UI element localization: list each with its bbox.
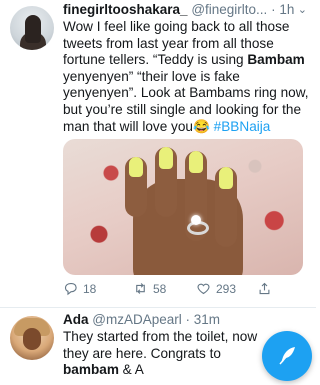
avatar[interactable] (10, 316, 54, 360)
photo-nail (159, 147, 173, 169)
author-handle[interactable]: @finegirlto... (191, 2, 267, 17)
heart-icon (197, 283, 210, 295)
retweet-count: 58 (153, 281, 167, 296)
tweet-text-part: yenyenyen” “their love is fake yenyenyen… (63, 68, 309, 134)
photo-ring-gem (191, 215, 201, 225)
share-button[interactable] (257, 281, 272, 296)
tweet-header: finegirltooshakara_ @finegirlto... · 1h … (63, 2, 313, 20)
laughing-emoji: 😂 (192, 118, 210, 134)
tweet-text: Wow I feel like going back to all those … (63, 19, 309, 135)
highlight-keyword: Bambam (247, 52, 305, 68)
hashtag-link[interactable]: #BBNaija (210, 119, 271, 134)
photo-nail (219, 167, 233, 189)
reply-button[interactable]: 18 (63, 281, 96, 296)
tweet-photo[interactable] (63, 139, 303, 275)
author-name[interactable]: Ada (63, 312, 89, 327)
chevron-down-icon[interactable]: ⌄ (298, 3, 307, 16)
like-count: 293 (216, 281, 237, 296)
tweet-text: They started from the toilet, now they a… (63, 329, 263, 379)
retweet-button[interactable]: 58 (133, 281, 166, 296)
reply-count: 18 (83, 281, 97, 296)
tweet-text-part: They started from the toilet, now they a… (63, 329, 258, 361)
photo-nail (129, 157, 143, 177)
tweet-divider (0, 307, 316, 308)
separator-dot: · (185, 312, 194, 327)
tweet-time[interactable]: 1h (279, 2, 294, 17)
reply-icon (64, 282, 77, 296)
like-button[interactable]: 293 (196, 281, 236, 296)
compose-feather-icon (279, 347, 295, 365)
avatar-figure-head (25, 15, 41, 43)
tweet-time[interactable]: 31m (194, 312, 220, 327)
avatar[interactable] (10, 6, 54, 50)
highlight-keyword: bambam (63, 362, 119, 378)
tweet-actions: 18 58 293 (63, 281, 309, 299)
compose-tweet-button[interactable] (262, 331, 312, 381)
avatar-face (23, 328, 41, 350)
tweet-card[interactable]: finegirltooshakara_ @finegirlto... · 1h … (0, 0, 316, 310)
retweet-icon (136, 283, 145, 294)
author-handle[interactable]: @mzADApearl (92, 312, 181, 327)
photo-nail (189, 151, 203, 173)
share-icon (259, 282, 270, 295)
tweet-text-part: & A (118, 362, 144, 378)
tweet-header: Ada @mzADApearl · 31m (63, 312, 313, 330)
author-name[interactable]: finegirltooshakara_ (63, 2, 188, 17)
